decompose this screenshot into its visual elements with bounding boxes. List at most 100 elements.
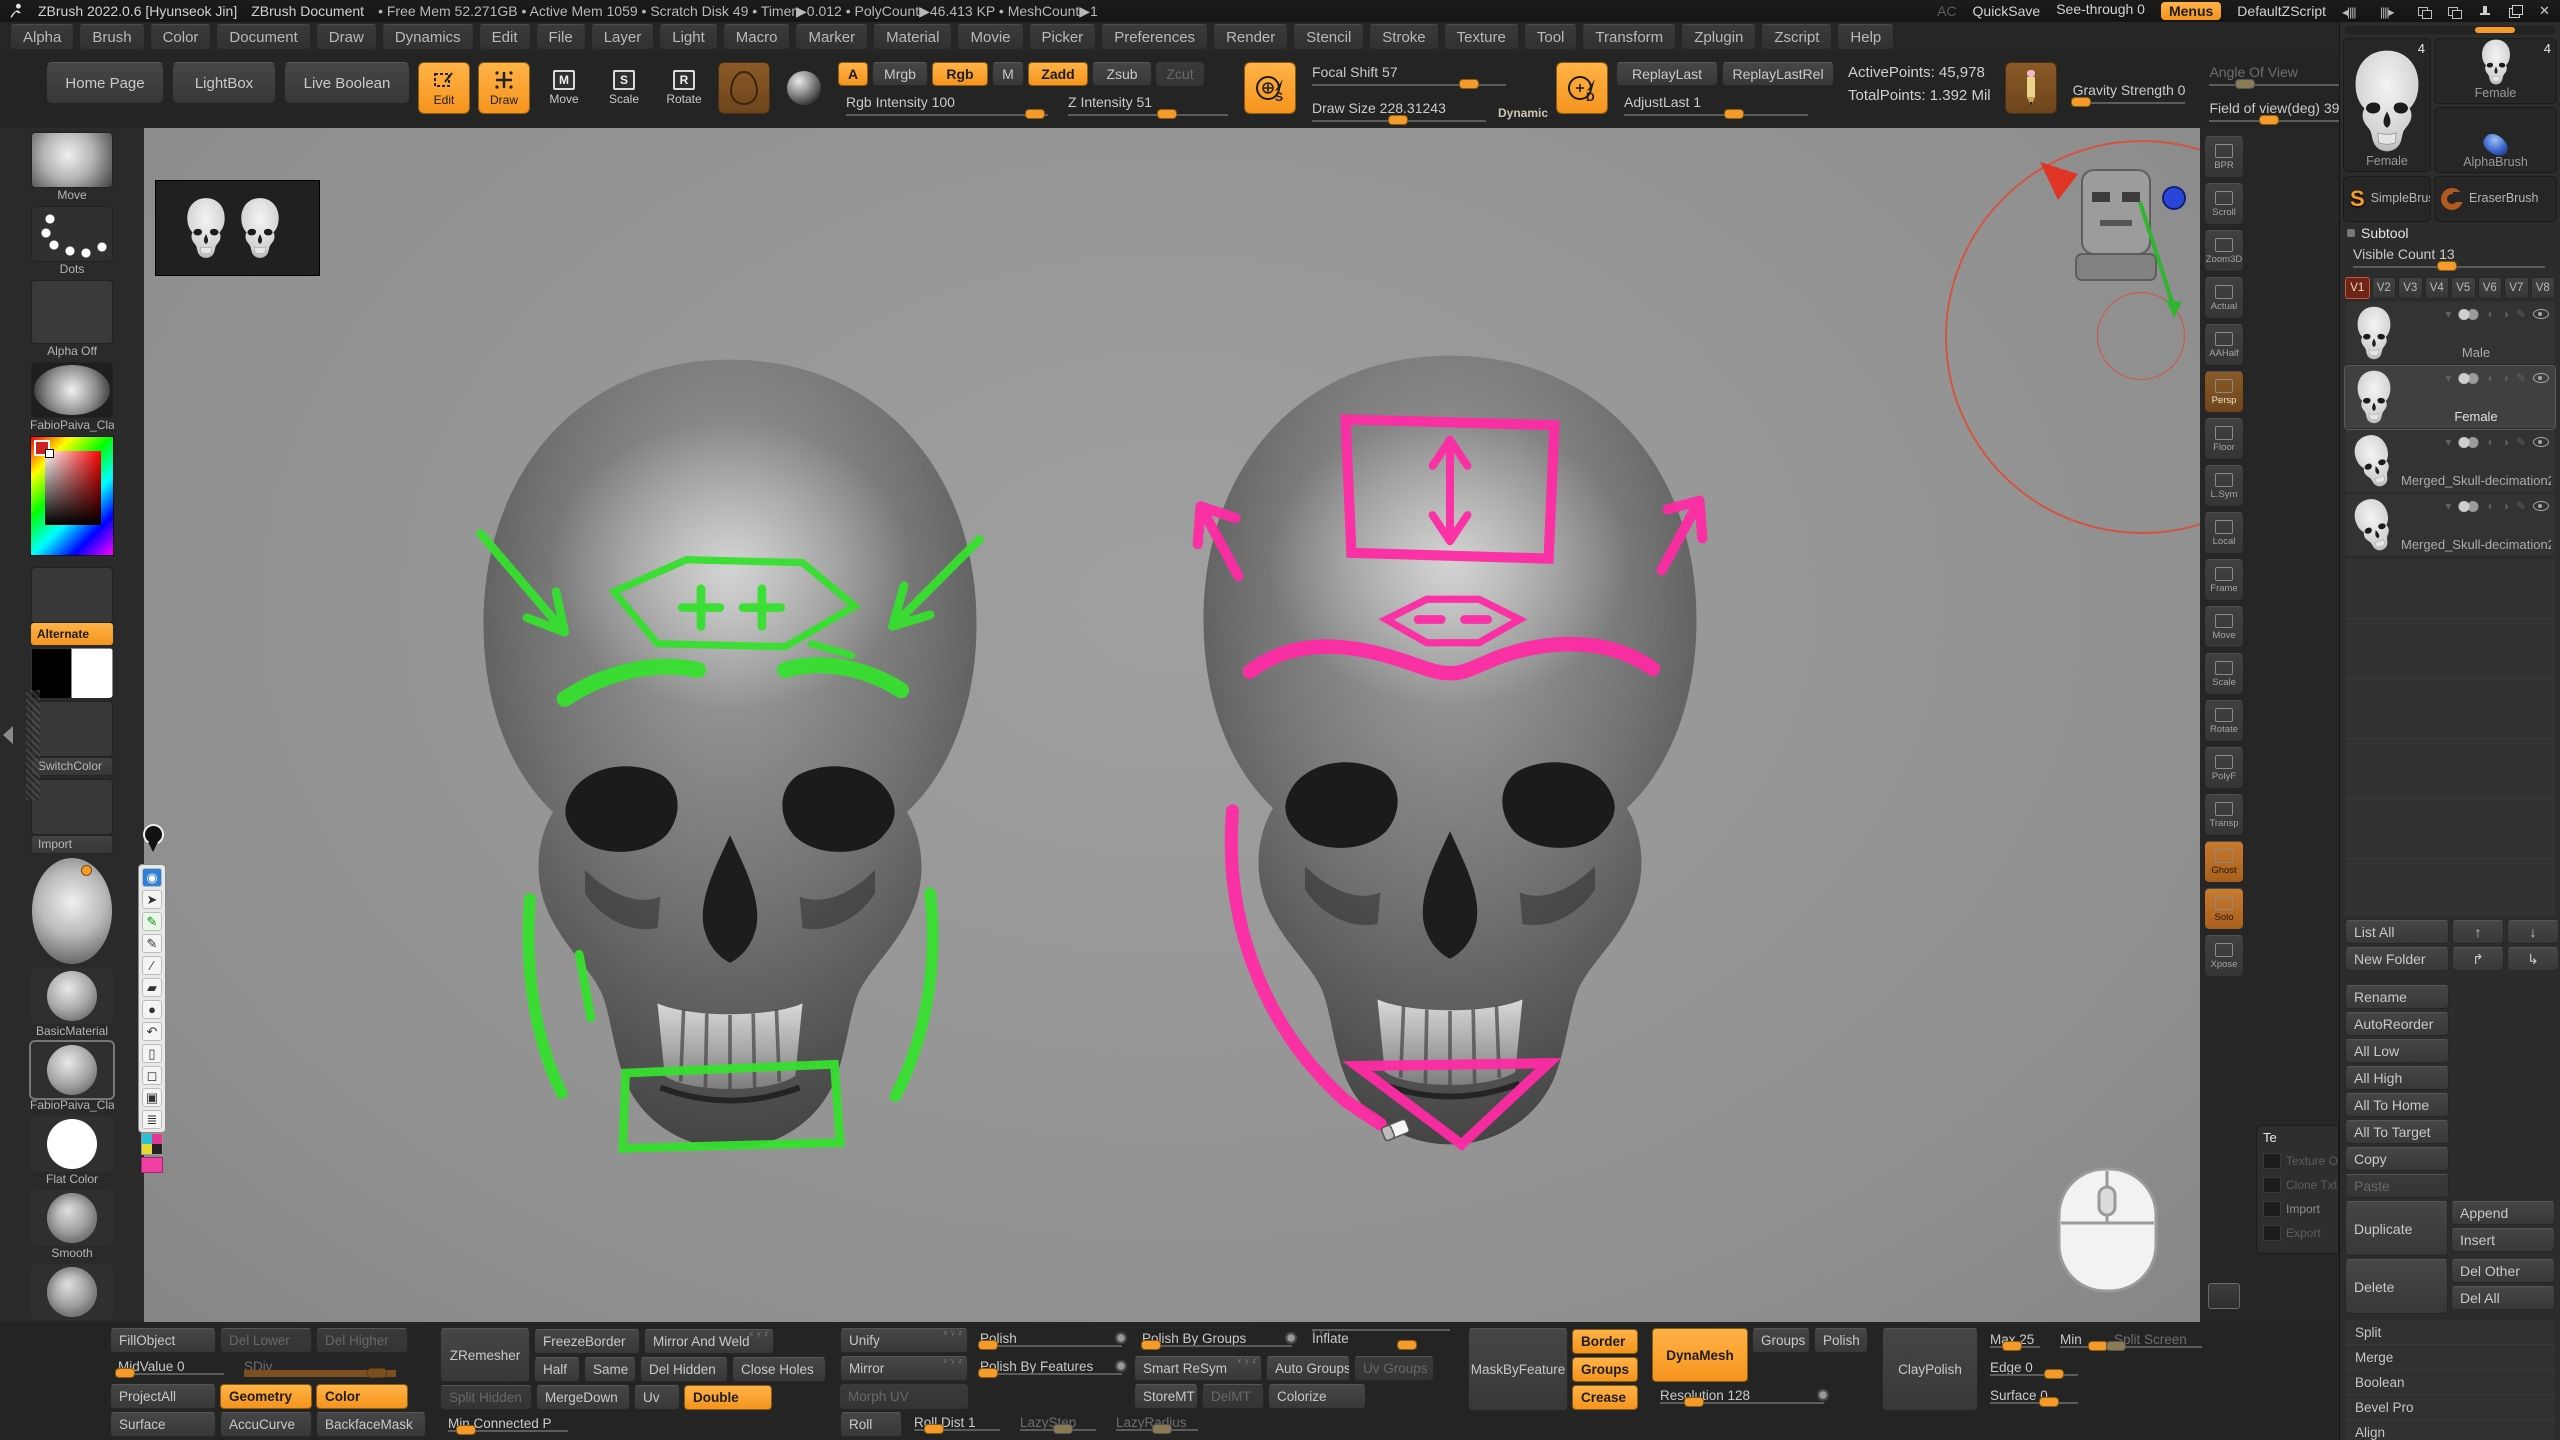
paintbrush-icon[interactable]: ✎ xyxy=(2516,499,2526,513)
z-intensity-slider[interactable]: Z Intensity 51 xyxy=(1060,92,1236,122)
displacement-icon[interactable]: ◑ xyxy=(2502,371,2509,385)
tray-item[interactable]: Smooth xyxy=(30,1190,114,1261)
subtool-wide-button[interactable]: Merge xyxy=(2345,1345,2555,1370)
subtool-action-button[interactable]: All To Home xyxy=(2345,1093,2449,1117)
right-shelf-button[interactable]: Scale xyxy=(2204,653,2244,695)
tray-item[interactable]: FabioPaiva_Clay2 xyxy=(30,1042,114,1113)
document-canvas[interactable]: ▲ ▼ ◀▶ xyxy=(144,128,2200,1322)
menu-item[interactable]: Zscript xyxy=(1761,24,1832,50)
menu-item[interactable]: File xyxy=(536,24,586,50)
gravity-strength-slider[interactable]: Gravity Strength 0 xyxy=(2065,80,2194,110)
menu-item[interactable]: Draw xyxy=(316,24,377,50)
bottom-shelf-control[interactable]: Uv Groups xyxy=(1354,1356,1434,1381)
bottom-shelf-control[interactable]: Smart ReSym xyxy=(1134,1356,1262,1381)
Merged_Skull-decimation2[interactable]: ▾ ◐ ◑ ✎ Merged_Skull-decimation2 xyxy=(2345,430,2555,493)
bottom-shelf-button[interactable]: Half xyxy=(534,1357,580,1382)
version-tab-active[interactable]: V1 xyxy=(2345,277,2370,299)
polypaint-icon[interactable] xyxy=(2458,309,2480,320)
bottom-shelf-control[interactable]: Morph UV xyxy=(840,1384,968,1409)
bottom-shelf-button[interactable]: Same xyxy=(584,1357,636,1382)
clay-polish-slider[interactable]: Edge 0 xyxy=(1982,1357,2086,1382)
whiteboard-icon[interactable]: ◻ xyxy=(142,1066,162,1085)
bottom-shelf-button[interactable]: MergeDown xyxy=(536,1385,630,1410)
displacement-icon[interactable]: ◑ xyxy=(2502,307,2509,321)
menu-item[interactable]: Color xyxy=(150,24,212,50)
undo-icon[interactable]: ↶ xyxy=(142,1022,162,1041)
del-other-button[interactable]: Del Other xyxy=(2451,1259,2555,1283)
bottom-shelf-control[interactable]: Roll Dist 1 xyxy=(906,1412,1008,1437)
default-zscript-button[interactable]: DefaultZScript xyxy=(2237,3,2326,19)
uv-icon[interactable]: ◐ xyxy=(2487,499,2494,513)
move-mode-button[interactable]: MMove xyxy=(538,62,590,114)
mask-by-feature-option[interactable]: Crease xyxy=(1572,1385,1638,1410)
pin-icon[interactable] xyxy=(140,824,164,854)
move-down-button[interactable]: ↓ xyxy=(2507,920,2559,944)
subtool-action-button[interactable]: All Low xyxy=(2345,1039,2449,1063)
right-shelf-button[interactable]: Ghost xyxy=(2204,841,2244,883)
uv-icon[interactable]: ◐ xyxy=(2487,307,2494,321)
clay-polish-slider[interactable]: Max 25 xyxy=(1982,1329,2048,1354)
pen-icon[interactable]: ✎ xyxy=(142,912,162,931)
paintbrush-icon[interactable]: ✎ xyxy=(2516,307,2526,321)
replay-button[interactable]: ReplayLast xyxy=(1616,62,1718,86)
list-all-button[interactable]: List All xyxy=(2345,920,2449,944)
paint-mode-button[interactable]: Rgb xyxy=(932,62,988,86)
subtool-action-button[interactable]: Paste xyxy=(2345,1174,2449,1198)
uv-icon[interactable]: ◐ xyxy=(2487,435,2494,449)
right-shelf-button[interactable]: Rotate xyxy=(2204,700,2244,742)
right-shelf-button[interactable]: Actual xyxy=(2204,277,2244,319)
bottom-shelf-button[interactable]: Del Higher xyxy=(316,1328,408,1353)
tray-item[interactable]: FabioPaiva_Clay2 xyxy=(30,362,114,433)
recent-tool-slot[interactable]: 4 Female xyxy=(2434,38,2557,104)
subtool-wide-button[interactable]: Boolean xyxy=(2345,1370,2555,1395)
trash-icon[interactable]: ▯ xyxy=(142,1044,162,1063)
right-shelf-button[interactable]: PolyF xyxy=(2204,747,2244,789)
simplebrush-slot[interactable]: S SimpleBrush xyxy=(2343,176,2431,222)
subtool-action-button[interactable]: All To Target xyxy=(2345,1120,2449,1144)
notes-icon[interactable]: ≣ xyxy=(142,1110,162,1129)
menu-item[interactable]: Stencil xyxy=(1293,24,1364,50)
subtool-wide-button[interactable]: Split xyxy=(2345,1320,2555,1345)
menu-item[interactable]: Stroke xyxy=(1369,24,1438,50)
right-shelf-button[interactable]: L.Sym xyxy=(2204,465,2244,507)
bottom-shelf-slider[interactable]: Min Connected P xyxy=(440,1413,576,1438)
texture-panel-item[interactable]: Import xyxy=(2263,1199,2338,1219)
menu-item[interactable]: Movie xyxy=(957,24,1023,50)
rotate-mode-button[interactable]: RRotate xyxy=(658,62,710,114)
bottom-shelf-control[interactable]: Auto Groups xyxy=(1266,1356,1350,1381)
ac-toggle[interactable]: AC xyxy=(1937,3,1956,19)
bottom-shelf-button[interactable]: ProjectAll xyxy=(110,1384,216,1409)
bottom-shelf-button[interactable]: Del Lower xyxy=(220,1328,312,1353)
menu-item[interactable]: Macro xyxy=(723,24,791,50)
bottom-shelf-control[interactable]: Inflate xyxy=(1304,1328,1454,1353)
bottom-shelf-control[interactable]: Unify xyxy=(840,1328,968,1353)
bottom-shelf-control[interactable]: Roll xyxy=(840,1412,902,1437)
tray-item[interactable]: Alpha Off xyxy=(30,280,114,359)
folder-arrow-icon[interactable]: ▾ xyxy=(2445,499,2451,513)
bottom-shelf-control[interactable]: LazyStep xyxy=(1012,1412,1104,1437)
bottom-shelf-button[interactable]: Double xyxy=(684,1385,772,1410)
bottom-shelf-button[interactable]: Close Holes xyxy=(732,1357,826,1382)
move-up-button[interactable]: ↑ xyxy=(2452,920,2504,944)
delete-button[interactable]: Delete xyxy=(2345,1259,2448,1314)
paintbrush-icon[interactable]: ✎ xyxy=(2516,435,2526,449)
camera-gizmo-head[interactable] xyxy=(2024,158,2200,331)
menu-item[interactable]: Material xyxy=(873,24,952,50)
bottom-shelf-slider[interactable]: SDiv xyxy=(236,1356,404,1381)
zremesher-button[interactable]: ZRemesher xyxy=(440,1328,530,1382)
append-button[interactable]: Append xyxy=(2451,1201,2555,1225)
paint-mode-button[interactable]: Zadd xyxy=(1028,62,1088,86)
displacement-icon[interactable]: ◑ xyxy=(2502,499,2509,513)
tray-left-icon[interactable]: ◂|||| xyxy=(2342,5,2364,17)
adjust-last-slider[interactable]: AdjustLast 1 xyxy=(1616,92,1816,122)
bottom-shelf-control[interactable]: Colorize xyxy=(1268,1384,1366,1409)
paint-mode-button[interactable]: Mrgb xyxy=(872,62,928,86)
displacement-icon[interactable]: ◑ xyxy=(2502,435,2509,449)
menu-item[interactable]: Preferences xyxy=(1101,24,1208,50)
Merged_Skull-decimation2_4[interactable]: ▾ ◐ ◑ ✎ Merged_Skull-decimation2_4 xyxy=(2345,494,2555,557)
paint-mode-button[interactable]: Zsub xyxy=(1092,62,1152,86)
tray-item[interactable]: BasicMaterial xyxy=(30,968,114,1039)
folder-arrow-icon[interactable]: ▾ xyxy=(2445,435,2451,449)
tray-item[interactable]: Alternate xyxy=(30,567,114,645)
dynamic-label[interactable]: Dynamic xyxy=(1498,106,1548,120)
